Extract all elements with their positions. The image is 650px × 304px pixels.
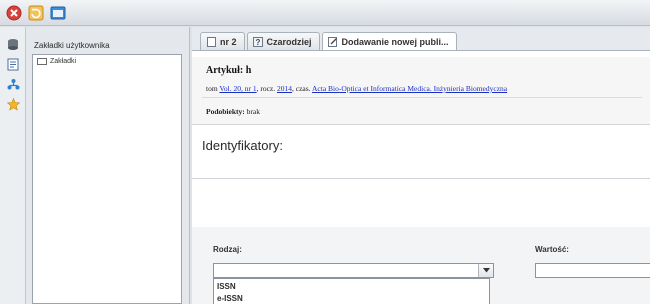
czas-text: , czas. [291, 84, 311, 93]
refresh-icon[interactable] [26, 3, 46, 23]
tab-content: Artykuł: h tom Vol. 20, nr 1, rocz. 2014… [192, 50, 650, 304]
chevron-down-icon[interactable] [478, 264, 493, 277]
subobjects-label: Podobiekty: [206, 107, 245, 116]
bookmark-folder-label: Zakładki [50, 58, 77, 65]
journal-link[interactable]: Acta Bio-Optica et Informatica Medica. I… [312, 84, 507, 93]
tab-dodawanie-publikacji[interactable]: Dodawanie nowej publi... [321, 32, 457, 51]
tab-czarodziej[interactable]: ? Czarodziej [246, 32, 320, 50]
tab-label: nr 2 [220, 36, 237, 47]
svg-text:?: ? [255, 38, 260, 47]
article-source-line: tom Vol. 20, nr 1, rocz. 2014, czas. Act… [206, 84, 507, 93]
tab-bar: nr 2 ? Czarodziej Dodawanie nowej publi.… [200, 32, 457, 51]
value-label: Wartość: [535, 245, 569, 254]
section-divider [192, 178, 650, 179]
edit-document-icon [327, 37, 338, 47]
article-title: Artykuł: h [206, 65, 252, 76]
type-select[interactable] [213, 263, 494, 278]
app-window: Zakładki użytkownika Zakładki nr 2 ? Cza… [0, 0, 650, 304]
divider [202, 97, 642, 98]
main-area: nr 2 ? Czarodziej Dodawanie nowej publi.… [192, 27, 650, 304]
wizard-icon: ? [252, 36, 263, 47]
rocz-text: , rocz. [256, 84, 276, 93]
close-icon[interactable] [4, 3, 24, 23]
type-options-list[interactable]: ISSN e-ISSN [213, 278, 490, 304]
tab-nr-2[interactable]: nr 2 [200, 32, 245, 50]
article-summary: Artykuł: h tom Vol. 20, nr 1, rocz. 2014… [192, 57, 650, 125]
bookmark-page-icon[interactable] [5, 56, 21, 72]
volume-link[interactable]: Vol. 20, nr 1 [219, 84, 256, 93]
database-icon[interactable] [5, 36, 21, 52]
type-label: Rodzaj: [213, 245, 242, 254]
tree-icon[interactable] [5, 76, 21, 92]
year-link[interactable]: 2014 [277, 84, 292, 93]
subobjects-value: brak [246, 107, 260, 116]
folder-icon [37, 58, 47, 65]
option-e-issn[interactable]: e-ISSN [217, 294, 243, 303]
window-icon[interactable] [48, 3, 68, 23]
top-toolbar [0, 0, 650, 26]
bookmarks-title: Zakładki użytkownika [34, 41, 110, 50]
value-input[interactable] [535, 263, 650, 278]
bookmarks-list[interactable]: Zakładki [32, 54, 182, 304]
tom-prefix: tom [206, 84, 218, 93]
tab-label: Dodawanie nowej publi... [341, 37, 449, 47]
bookmark-folder-item[interactable]: Zakładki [37, 58, 76, 65]
left-icon-strip [0, 27, 26, 304]
identifier-form: Rodzaj: Wartość: ISSN e-ISSN [192, 227, 650, 304]
subobjects-line: Podobiekty: brak [206, 107, 260, 116]
tab-label: Czarodziej [266, 36, 312, 47]
identifiers-heading: Identyfikatory: [202, 138, 283, 153]
option-issn[interactable]: ISSN [217, 282, 236, 291]
star-icon[interactable] [5, 96, 21, 112]
bookmarks-panel: Zakładki użytkownika Zakładki [26, 27, 190, 304]
document-icon [206, 36, 216, 47]
